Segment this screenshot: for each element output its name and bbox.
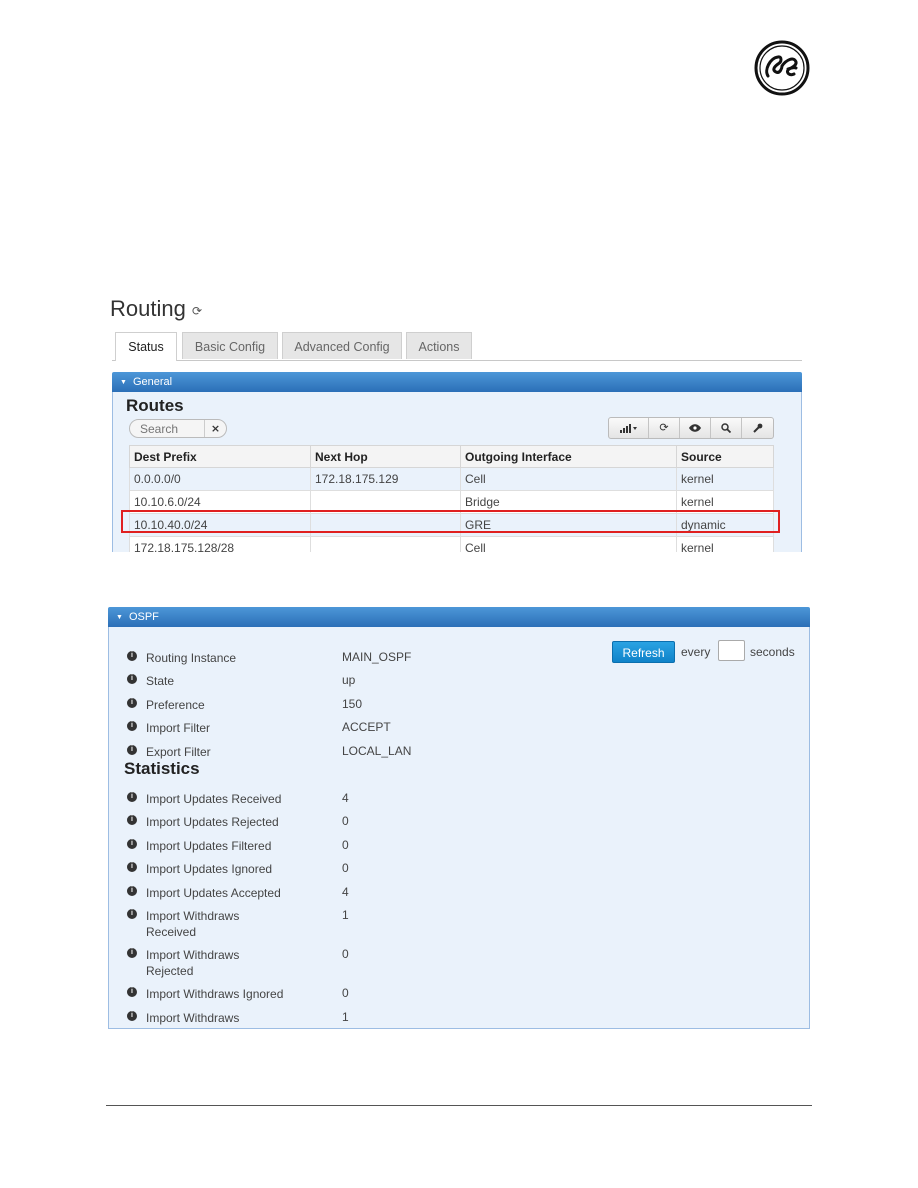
footer-divider bbox=[106, 1105, 812, 1106]
stat-label: Import Withdraws Accepted bbox=[146, 1011, 240, 1029]
refresh-icon[interactable]: ⟳ bbox=[192, 304, 202, 318]
highlight-box bbox=[121, 510, 780, 533]
eye-icon bbox=[689, 424, 701, 432]
info-label: State bbox=[146, 674, 175, 688]
info-value: up bbox=[342, 673, 356, 687]
general-panel-header[interactable]: ▼ General bbox=[112, 372, 802, 392]
stat-label: Import Withdraws Received bbox=[146, 909, 240, 939]
refresh-icon: ⟳ bbox=[659, 421, 669, 434]
search-input[interactable] bbox=[140, 421, 204, 436]
column-chooser-button[interactable] bbox=[609, 418, 649, 438]
info-icon: i bbox=[127, 721, 137, 731]
stat-label: Import Updates Filtered bbox=[146, 839, 272, 853]
table-view-button[interactable] bbox=[680, 418, 711, 438]
stat-value: 0 bbox=[342, 947, 349, 961]
source-cell: kernel bbox=[676, 536, 774, 552]
refresh-interval-input[interactable] bbox=[718, 640, 745, 661]
routes-heading: Routes bbox=[126, 396, 184, 415]
info-icon: i bbox=[127, 948, 137, 958]
routes-table: Dest Prefix Next Hop Outgoing Interface … bbox=[129, 445, 774, 552]
search-box: × bbox=[129, 419, 227, 438]
info-icon: i bbox=[127, 674, 137, 684]
dest-prefix-cell: 0.0.0.0/0 bbox=[129, 467, 311, 491]
stat-label: Import Updates Accepted bbox=[146, 886, 281, 900]
column-header-dest-prefix[interactable]: Dest Prefix bbox=[129, 445, 311, 468]
refresh-button[interactable]: Refresh bbox=[612, 641, 675, 663]
info-label: Export Filter bbox=[146, 745, 211, 759]
stat-label: Import Withdraws Ignored bbox=[146, 987, 284, 1001]
stat-value: 0 bbox=[342, 986, 349, 1000]
table-settings-button[interactable] bbox=[742, 418, 773, 438]
every-label: every bbox=[681, 645, 711, 659]
info-icon: i bbox=[127, 987, 137, 997]
ge-logo bbox=[754, 40, 810, 96]
info-label: Preference bbox=[146, 698, 205, 712]
stat-value: 0 bbox=[342, 814, 349, 828]
info-icon: i bbox=[127, 886, 137, 896]
seconds-label: seconds bbox=[750, 645, 795, 659]
info-icon: i bbox=[127, 792, 137, 802]
next-hop-cell bbox=[310, 536, 461, 552]
outgoing-interface-cell: Cell bbox=[460, 467, 677, 491]
tab-bar: Status Basic Config Advanced Config Acti… bbox=[112, 332, 802, 361]
info-icon: i bbox=[127, 1011, 137, 1021]
info-icon: i bbox=[127, 862, 137, 872]
routing-status-screenshot: Routing ⟳ Status Basic Config Advanced C… bbox=[108, 290, 806, 552]
column-header-next-hop[interactable]: Next Hop bbox=[310, 445, 461, 468]
table-row[interactable]: 0.0.0.0/0 172.18.175.129 Cell kernel bbox=[129, 467, 774, 491]
table-header-row: Dest Prefix Next Hop Outgoing Interface … bbox=[129, 445, 774, 468]
source-cell: kernel bbox=[676, 467, 774, 491]
info-icon: i bbox=[127, 909, 137, 919]
stat-value: 0 bbox=[342, 861, 349, 875]
info-value: ACCEPT bbox=[342, 720, 391, 734]
statistics-heading: Statistics bbox=[124, 759, 200, 778]
table-refresh-button[interactable]: ⟳ bbox=[649, 418, 680, 438]
tab-basic-config[interactable]: Basic Config bbox=[182, 332, 278, 359]
next-hop-cell: 172.18.175.129 bbox=[310, 467, 461, 491]
tab-advanced-config[interactable]: Advanced Config bbox=[282, 332, 402, 359]
table-search-button[interactable] bbox=[711, 418, 742, 438]
stat-value: 4 bbox=[342, 885, 349, 899]
collapse-caret-icon: ▼ bbox=[116, 614, 123, 621]
info-value: 150 bbox=[342, 697, 363, 711]
stat-value: 0 bbox=[342, 838, 349, 852]
column-header-source[interactable]: Source bbox=[676, 445, 774, 468]
stat-label: Import Withdraws Rejected bbox=[146, 948, 240, 978]
stat-label: Import Updates Received bbox=[146, 792, 282, 806]
stat-value: 4 bbox=[342, 791, 349, 805]
tab-status[interactable]: Status bbox=[115, 332, 177, 361]
info-icon: i bbox=[127, 651, 137, 661]
general-panel-title: General bbox=[132, 376, 173, 388]
collapse-caret-icon: ▼ bbox=[120, 379, 127, 386]
stat-value: 1 bbox=[342, 908, 349, 922]
search-icon bbox=[721, 423, 732, 434]
dest-prefix-cell: 172.18.175.128/28 bbox=[129, 536, 311, 552]
ospf-panel-title: OSPF bbox=[128, 611, 159, 623]
search-clear-button[interactable]: × bbox=[204, 420, 226, 437]
ospf-panel-header[interactable]: ▼ OSPF bbox=[108, 607, 810, 627]
stat-label: Import Updates Rejected bbox=[146, 815, 279, 829]
info-value: MAIN_OSPF bbox=[342, 650, 412, 664]
signal-dropdown-icon bbox=[619, 424, 637, 433]
table-toolbar: ⟳ bbox=[608, 417, 774, 439]
ospf-screenshot: ▼ OSPF Refresh every seconds i Routing In… bbox=[108, 607, 810, 1029]
info-label: Import Filter bbox=[146, 721, 211, 735]
outgoing-interface-cell: Cell bbox=[460, 536, 677, 552]
stat-value: 1 bbox=[342, 1010, 349, 1024]
column-header-outgoing-interface[interactable]: Outgoing Interface bbox=[460, 445, 677, 468]
info-label: Routing Instance bbox=[146, 651, 237, 665]
info-icon: i bbox=[127, 698, 137, 708]
wrench-icon bbox=[752, 423, 762, 433]
info-icon: i bbox=[127, 815, 137, 825]
info-icon: i bbox=[127, 745, 137, 755]
page-title: Routing bbox=[110, 296, 186, 321]
tab-actions[interactable]: Actions bbox=[406, 332, 472, 359]
info-value: LOCAL_LAN bbox=[342, 744, 412, 758]
info-icon: i bbox=[127, 839, 137, 849]
stat-label: Import Updates Ignored bbox=[146, 862, 273, 876]
table-row[interactable]: 172.18.175.128/28 Cell kernel bbox=[129, 536, 774, 552]
